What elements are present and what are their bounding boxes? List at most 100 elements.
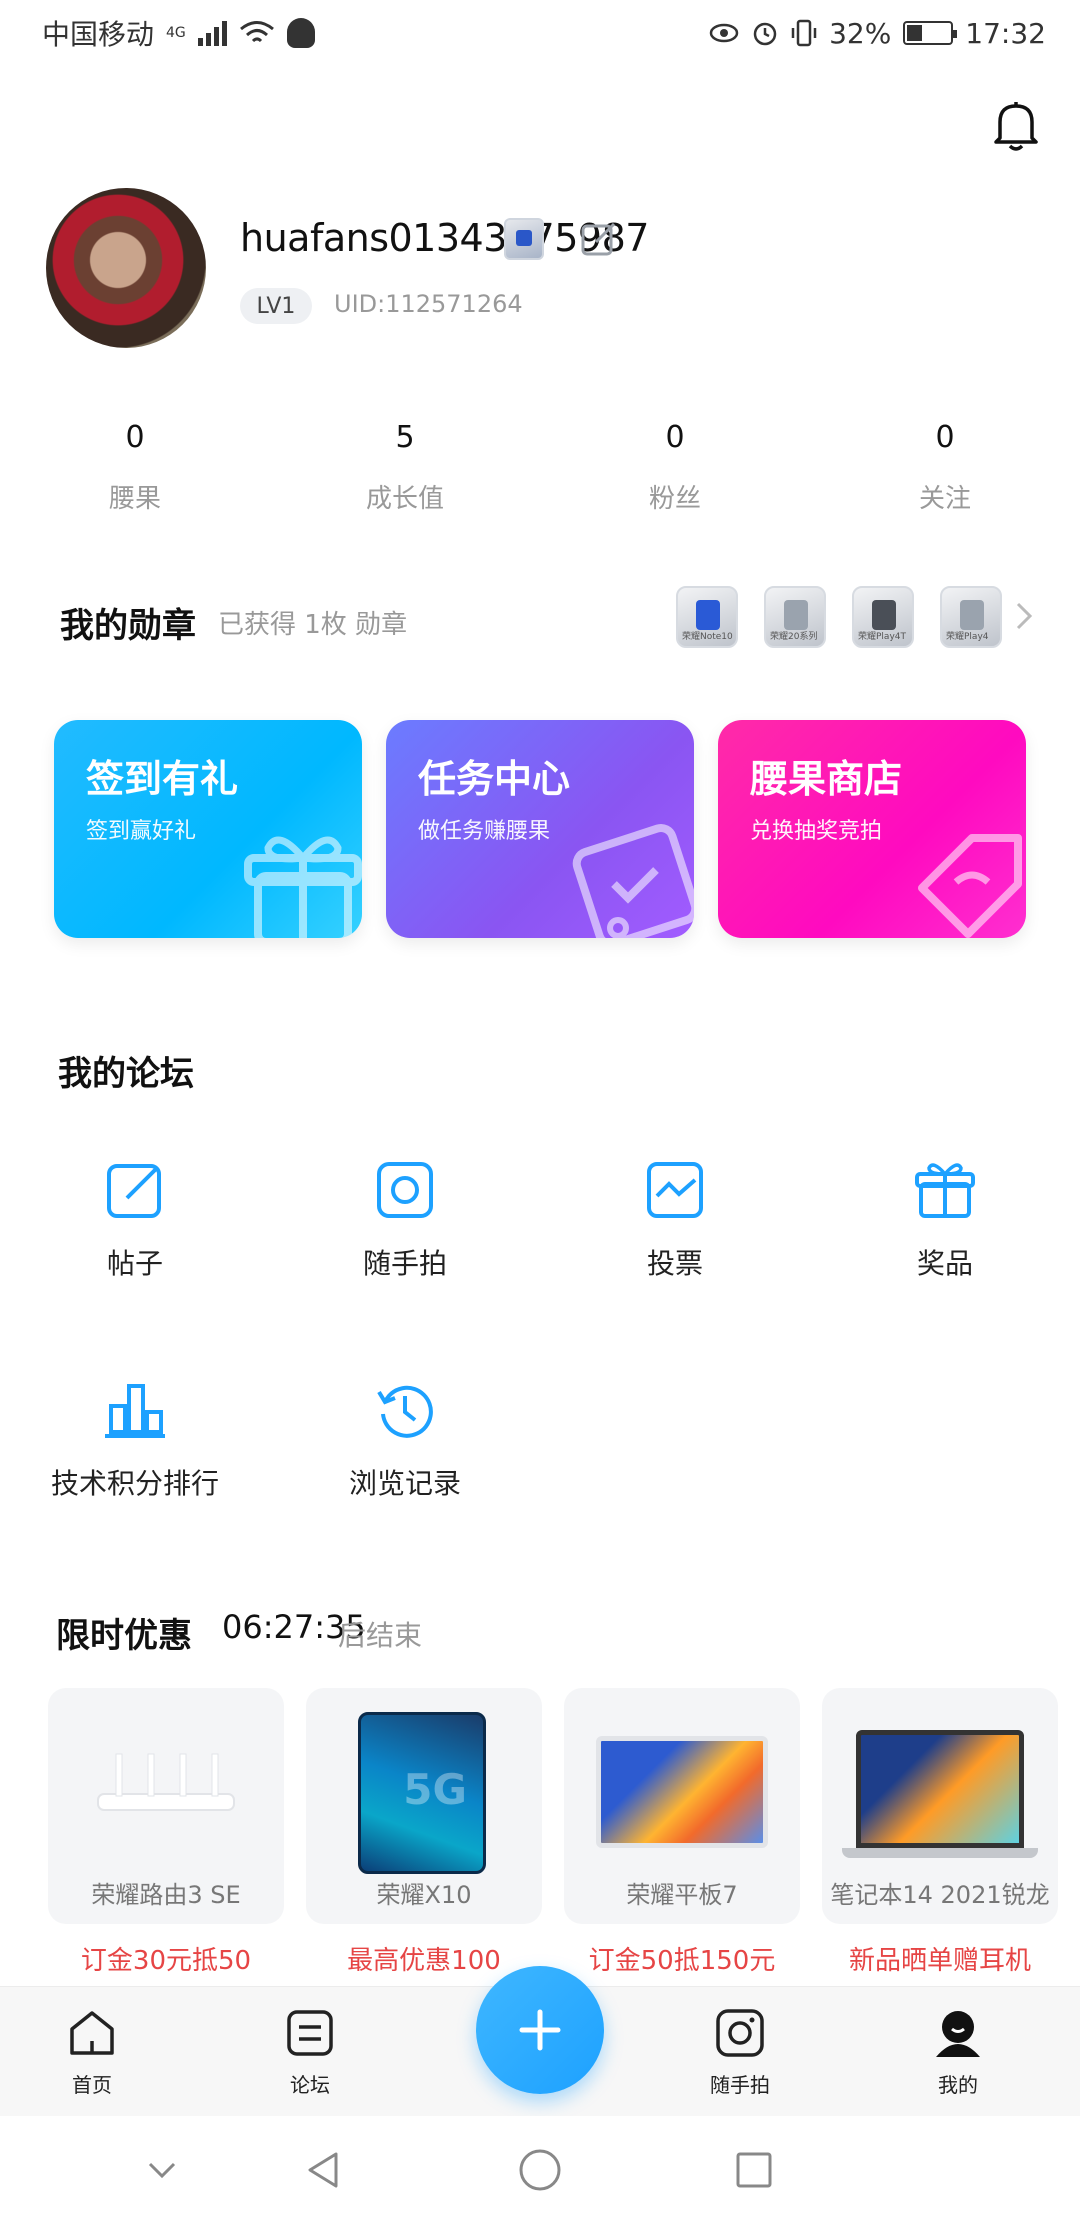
product-card[interactable]: 荣耀路由3 SE [48,1688,284,1924]
level-badge: LV1 [240,288,312,324]
stat-fans[interactable]: 0 粉丝 [540,420,810,515]
medal-item[interactable]: 荣耀Note10 [676,586,738,648]
stat-following[interactable]: 0 关注 [810,420,1080,515]
chevron-down-icon[interactable] [138,2146,186,2194]
laptop-base [842,1848,1038,1858]
create-post-button[interactable] [476,1966,604,2094]
stat-label: 成长值 [365,484,444,514]
forum-item-posts[interactable]: 帖子 [0,1158,270,1282]
stat-label: 粉丝 [648,484,701,514]
forum-item-vote[interactable]: 投票 [540,1158,810,1282]
recents-square-icon[interactable] [730,2146,778,2194]
yaoguo-shop-card[interactable]: 腰果商店 兑换抽奖竞拍 [718,720,1026,938]
forum-section-title: 我的论坛 [58,1054,194,1094]
user-medal-badge [504,218,544,260]
medals-title: 我的勋章 [60,606,196,646]
medals-row[interactable]: 荣耀Note10 荣耀20系列 荣耀Play4T 荣耀Play4 [676,586,1002,648]
product-promo: 最高优惠100 [347,1946,501,1976]
offers-suffix: 后结束 [338,1619,423,1652]
product-promo: 订金30元抵50 [80,1946,252,1976]
nav-label: 首页 [72,2073,112,2097]
gift-icon [244,836,362,938]
status-bar: 中国移动 4G 32% 17:32 [0,0,1080,66]
stat-value: 0 [125,420,145,455]
product-card[interactable]: 荣耀平板7 [564,1688,800,1924]
forum-icon [287,2010,333,2056]
stat-growth[interactable]: 5 成长值 [270,420,540,515]
medal-caption: 荣耀Play4T [858,632,906,642]
signin-card[interactable]: 签到有礼 签到赢好礼 [54,720,362,938]
camera-icon [377,1162,433,1218]
medal-caption: 荣耀20系列 [770,632,818,642]
product-promo: 新品晒单赠耳机 [848,1946,1031,1976]
ranking-icon [105,1384,165,1438]
feature-cards: 签到有礼 签到赢好礼 任务中心 做任务赚腰果 腰果商店 兑换抽奖竞拍 [54,720,1026,938]
plus-icon [519,2009,561,2051]
home-circle-icon[interactable] [516,2146,564,2194]
forum-item-label: 技术积分排行 [50,1467,219,1500]
vibrate-icon [791,19,817,47]
camera-icon [716,2009,764,2057]
profile-icon [936,2011,980,2057]
chevron-right-icon[interactable] [1012,596,1036,636]
stat-value: 0 [935,420,955,455]
product-name: 荣耀平板7 [626,1881,738,1909]
clock-label: 17:32 [965,16,1046,50]
nav-photos[interactable]: 随手拍 [680,2007,800,2098]
task-icon [572,824,694,938]
stat-value: 5 [395,420,415,455]
edit-profile-icon[interactable] [580,220,618,258]
router-image [97,1753,235,1811]
forum-item-label: 浏览记录 [348,1467,461,1500]
nav-forum[interactable]: 论坛 [250,2007,370,2098]
signal-icon [197,20,227,46]
status-left: 中国移动 4G [42,13,315,53]
medal-item[interactable]: 荣耀20系列 [764,586,826,648]
status-right: 32% 17:32 [709,17,1046,50]
avatar[interactable] [46,188,206,348]
forum-item-photos[interactable]: 随手拍 [270,1158,540,1282]
product-list: 荣耀路由3 SE 订金30元抵50 荣耀X10 最高优惠100 荣耀平板7 订金… [48,1688,1058,1977]
wifi-icon [239,21,274,43]
phone-image [358,1712,486,1874]
forum-item-prizes[interactable]: 奖品 [810,1158,1080,1282]
product-name: 荣耀路由3 SE [91,1881,241,1909]
task-center-card[interactable]: 任务中心 做任务赚腰果 [386,720,694,938]
system-nav-bar [0,2116,1080,2220]
back-triangle-icon[interactable] [300,2146,348,2194]
stat-yaoguo[interactable]: 0 腰果 [0,420,270,515]
offers-title: 限时优惠 [56,1616,192,1656]
history-icon [377,1385,433,1438]
product-item[interactable]: 笔记本14 2021锐龙 新品晒单赠耳机 [822,1688,1058,1977]
battery-icon [903,21,958,45]
forum-item-ranking[interactable]: 技术积分排行 [0,1378,270,1502]
medal-item[interactable]: 荣耀Play4T [852,586,914,648]
product-promo: 订金50抵150元 [588,1946,776,1976]
stat-value: 0 [665,420,685,455]
forum-item-history[interactable]: 浏览记录 [270,1378,540,1502]
medal-caption: 荣耀Play4 [946,632,989,642]
medal-item[interactable]: 荣耀Play4 [940,586,1002,648]
nav-label: 我的 [938,2073,978,2097]
notification-bell-icon[interactable] [990,98,1042,154]
forum-item-label: 帖子 [106,1247,163,1280]
home-icon [70,2011,114,2055]
product-card[interactable]: 荣耀X10 [306,1688,542,1924]
nav-label: 论坛 [290,2073,330,2097]
product-item[interactable]: 荣耀路由3 SE 订金30元抵50 [48,1688,284,1977]
laptop-image [856,1730,1024,1848]
card-title: 签到有礼 [86,757,239,801]
product-item[interactable]: 荣耀平板7 订金50抵150元 [564,1688,800,1977]
stats-row: 0 腰果 5 成长值 0 粉丝 0 关注 [0,420,1080,515]
user-id: UID:112571264 [334,290,523,318]
shop-tag-icon [918,834,1022,938]
forum-item-label: 奖品 [916,1247,973,1280]
vote-icon [647,1162,703,1218]
product-card[interactable]: 笔记本14 2021锐龙 [822,1688,1058,1924]
network-label: 4G [166,25,186,41]
nav-home[interactable]: 首页 [32,2007,152,2098]
carrier-label: 中国移动 [42,18,155,51]
nav-mine[interactable]: 我的 [898,2007,1018,2098]
product-name: 荣耀X10 [376,1881,472,1909]
product-item[interactable]: 荣耀X10 最高优惠100 [306,1688,542,1977]
